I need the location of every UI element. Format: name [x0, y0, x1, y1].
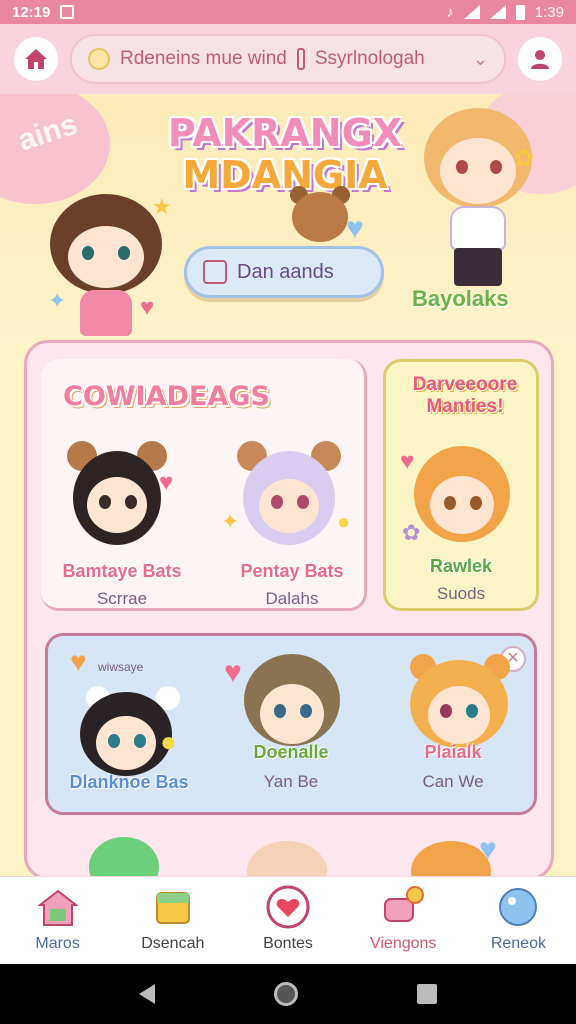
heart-icon: ♥: [224, 656, 242, 689]
card-sub: Scrrae: [96, 589, 148, 608]
character-avatar[interactable]: [404, 654, 514, 754]
sparkle-icon: ✦: [221, 509, 240, 534]
card-name: Pentay Bats: [240, 561, 344, 581]
heart-icon: [266, 885, 310, 929]
bubble-icon: [499, 888, 538, 926]
recents-icon[interactable]: [416, 984, 437, 1004]
hero-title-line1: PAKRANGX: [167, 111, 403, 155]
search-bar[interactable]: Rdeneins mue wind Ssyrlnologah ⌄: [70, 34, 506, 84]
hero-action-label: Dan aands: [237, 260, 334, 283]
bow-icon: ✿: [514, 145, 535, 172]
card-sub: Suods: [436, 584, 486, 603]
decor-blob: [0, 94, 110, 204]
highlight-title: Darveeoore Manties!: [412, 374, 518, 417]
bottom-nav: Maros Dsencah Bontes Viengons Reneok: [0, 876, 576, 964]
system-nav-bar: [0, 964, 576, 1024]
character-avatar: [237, 841, 337, 877]
house-icon: [36, 889, 79, 926]
nav-item-bontes[interactable]: Bontes: [230, 877, 345, 964]
search-text-2: Ssyrlnologah: [314, 48, 425, 69]
card-sub: Dalahs: [265, 589, 319, 608]
home-button-icon[interactable]: [273, 982, 298, 1006]
character-row-card: ♥ wiwsaye ✕ ● Dlanknoe Bas ♥ Doenalle Ya…: [45, 633, 537, 815]
nav-item-maros[interactable]: Maros: [0, 877, 115, 964]
card-sub: Can We: [422, 772, 484, 791]
featured-card: COWIADEAGS ♥ Bamtaye Bats Scrrae ✦ ● Pen…: [41, 359, 367, 611]
star-icon: ✿: [402, 520, 421, 545]
character-avatar[interactable]: [237, 441, 341, 551]
row-tag: wiwsaye: [98, 660, 144, 674]
nav-item-dsencah[interactable]: Dsencah: [115, 877, 230, 964]
frog-mascot: [89, 837, 159, 877]
bear-mascot: [288, 186, 352, 244]
cloud-heart-icon: ♥: [346, 212, 364, 245]
bow-icon: ♥: [400, 448, 415, 475]
section-title: COWIADEAGS: [63, 381, 270, 412]
heart-icon: ♥: [140, 294, 155, 321]
nav-label: Bontes: [263, 935, 313, 952]
sun-icon: [88, 48, 110, 70]
card-name: Rawlek: [429, 556, 493, 576]
search-text-1: Rdeneins mue wind: [120, 48, 287, 69]
nav-label: Dsencah: [141, 935, 205, 952]
character-avatar[interactable]: [67, 441, 167, 551]
main-panel: COWIADEAGS ♥ Bamtaye Bats Scrrae ✦ ● Pen…: [24, 340, 554, 880]
character-girl-blonde: [420, 108, 540, 288]
vibrate-icon: ♪: [446, 3, 454, 21]
hero-banner: ains ★ ✦ ♥ PAKRANGX MDANGIA ♥ Dan aands …: [0, 94, 576, 344]
heart-icon: ♥: [70, 646, 87, 677]
nav-item-reneok[interactable]: Reneok: [461, 877, 576, 964]
status-icons: ♪ 1:39: [446, 4, 564, 21]
nav-label: Viengons: [369, 935, 437, 952]
status-time: 12:19: [12, 3, 51, 21]
battery-icon: [515, 4, 525, 20]
nav-label: Reneok: [490, 935, 546, 952]
card-name: Dlanknoe Bas: [69, 772, 189, 792]
heart-icon: ♥: [159, 469, 174, 496]
profile-icon: [531, 50, 549, 69]
chevron-down-icon[interactable]: ⌄: [473, 49, 488, 70]
star-icon: ★: [152, 194, 172, 219]
card-sub: Yan Be: [263, 772, 319, 791]
app-bar: Rdeneins mue wind Ssyrlnologah ⌄: [0, 24, 576, 94]
card-name: Plaialk: [424, 742, 482, 762]
star-icon: ✦: [48, 288, 67, 313]
smiley-icon: ●: [337, 509, 351, 534]
nav-label: Maros: [35, 935, 80, 952]
notification-icon: [60, 5, 75, 19]
box-icon: [155, 892, 190, 924]
home-icon: [25, 49, 47, 69]
profile-button[interactable]: [518, 37, 562, 81]
status-right-time: 1:39: [534, 3, 564, 21]
hero-title: PAKRANGX MDANGIA: [160, 112, 410, 196]
back-icon[interactable]: [139, 984, 156, 1004]
home-button[interactable]: [14, 37, 58, 81]
nav-item-viengons[interactable]: Viengons: [346, 877, 461, 964]
highlight-card[interactable]: Darveeoore Manties! ♥ ✿ Rawlek Suods: [383, 359, 539, 611]
smiley-icon: ●: [160, 726, 177, 757]
divider-icon: [296, 48, 305, 70]
hero-tag: Bayolaks: [412, 286, 509, 311]
calendar-icon: [203, 260, 227, 284]
card-name: Bamtaye Bats: [62, 561, 182, 581]
character-avatar[interactable]: [240, 654, 344, 754]
wifi-icon: [463, 5, 480, 19]
heart-icon: ♥: [479, 833, 497, 866]
hero-action-button[interactable]: Dan aands: [184, 246, 384, 298]
signal-icon: [489, 5, 506, 19]
status-bar: 12:19 ♪ 1:39: [0, 0, 576, 24]
chat-icon: [384, 886, 425, 922]
card-name: Doenalle: [253, 742, 329, 762]
character-avatar: [410, 440, 514, 550]
hero-title-line2: MDANGIA: [182, 153, 388, 197]
